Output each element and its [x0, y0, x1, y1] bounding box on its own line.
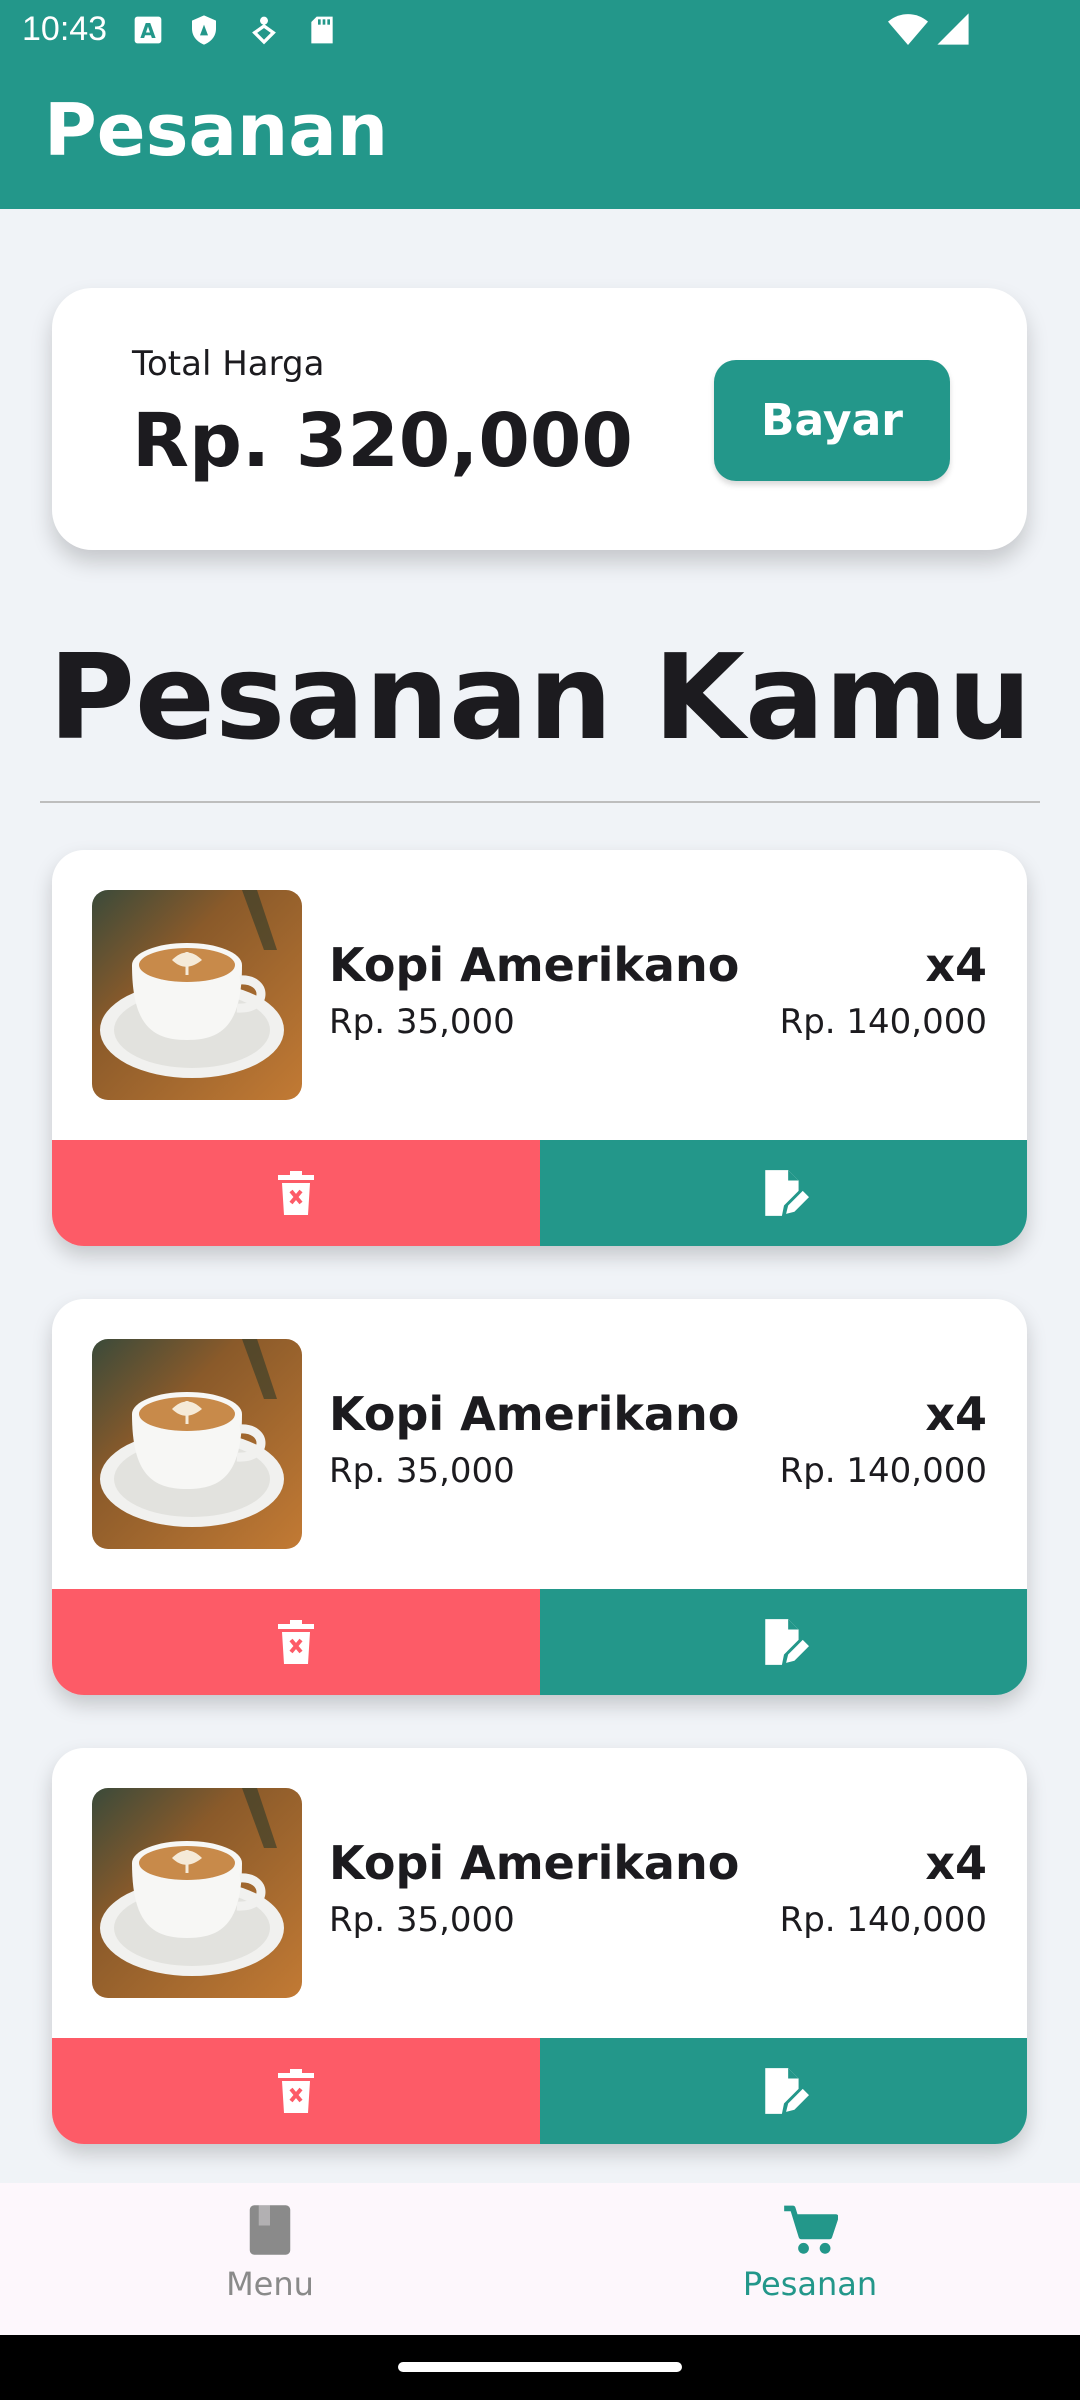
pay-button[interactable]: Bayar: [714, 360, 950, 481]
item-quantity: x4: [925, 1836, 987, 1890]
nav-item-label: Menu: [226, 2265, 314, 2303]
total-label: Total Harga: [132, 344, 325, 384]
edit-document-icon: [764, 1619, 809, 1665]
product-image: [92, 890, 302, 1100]
delete-button[interactable]: [52, 2038, 540, 2144]
order-card: Kopi Amerikano Rp. 35,000 x4 Rp. 140,000: [52, 1748, 1027, 2144]
app-bar: 10:43 A Pesanan: [0, 0, 1080, 209]
shield-icon: [192, 15, 216, 45]
item-subtotal: Rp. 140,000: [779, 1900, 987, 1940]
svg-text:A: A: [140, 19, 156, 43]
a-box-icon: A: [134, 16, 162, 44]
edit-button[interactable]: [540, 1140, 1027, 1246]
order-card: Kopi Amerikano Rp. 35,000 x4 Rp. 140,000: [52, 1299, 1027, 1695]
home-indicator[interactable]: [398, 2362, 682, 2372]
nav-item-menu[interactable]: Menu: [120, 2203, 420, 2303]
data-saver-icon: [252, 16, 276, 45]
section-title: Pesanan Kamu: [48, 628, 1032, 766]
divider: [40, 801, 1040, 803]
gesture-bar: [0, 2335, 1080, 2400]
nav-item-orders[interactable]: Pesanan: [660, 2203, 960, 2303]
edit-document-icon: [764, 1170, 809, 1216]
item-price: Rp. 35,000: [329, 1451, 515, 1491]
edit-button[interactable]: [540, 1589, 1027, 1695]
sd-card-icon: [311, 16, 333, 44]
product-image: [92, 1788, 302, 1998]
item-subtotal: Rp. 140,000: [779, 1451, 987, 1491]
item-subtotal: Rp. 140,000: [779, 1002, 987, 1042]
item-price: Rp. 35,000: [329, 1002, 515, 1042]
cart-icon: [784, 2205, 839, 2254]
trash-icon: [278, 1171, 314, 1215]
edit-button[interactable]: [540, 2038, 1027, 2144]
delete-button[interactable]: [52, 1140, 540, 1246]
item-name: Kopi Amerikano: [329, 1387, 740, 1441]
page-title: Pesanan: [44, 88, 389, 172]
delete-button[interactable]: [52, 1589, 540, 1695]
order-card: Kopi Amerikano Rp. 35,000 x4 Rp. 140,000: [52, 850, 1027, 1246]
item-name: Kopi Amerikano: [329, 1836, 740, 1890]
signal-icon: [937, 13, 969, 45]
status-bar: 10:43 A: [0, 0, 1080, 62]
total-value: Rp. 320,000: [132, 398, 633, 484]
trash-icon: [278, 1620, 314, 1664]
item-name: Kopi Amerikano: [329, 938, 740, 992]
bottom-navigation: Menu Pesanan: [0, 2183, 1080, 2335]
trash-icon: [278, 2069, 314, 2113]
nav-item-label: Pesanan: [742, 2265, 878, 2303]
total-card: Total Harga Rp. 320,000 Bayar: [52, 288, 1027, 550]
item-quantity: x4: [925, 938, 987, 992]
book-icon: [249, 2205, 291, 2255]
item-price: Rp. 35,000: [329, 1900, 515, 1940]
edit-document-icon: [764, 2068, 809, 2114]
wifi-icon: [888, 14, 928, 45]
status-time: 10:43: [22, 10, 108, 48]
item-quantity: x4: [925, 1387, 987, 1441]
product-image: [92, 1339, 302, 1549]
